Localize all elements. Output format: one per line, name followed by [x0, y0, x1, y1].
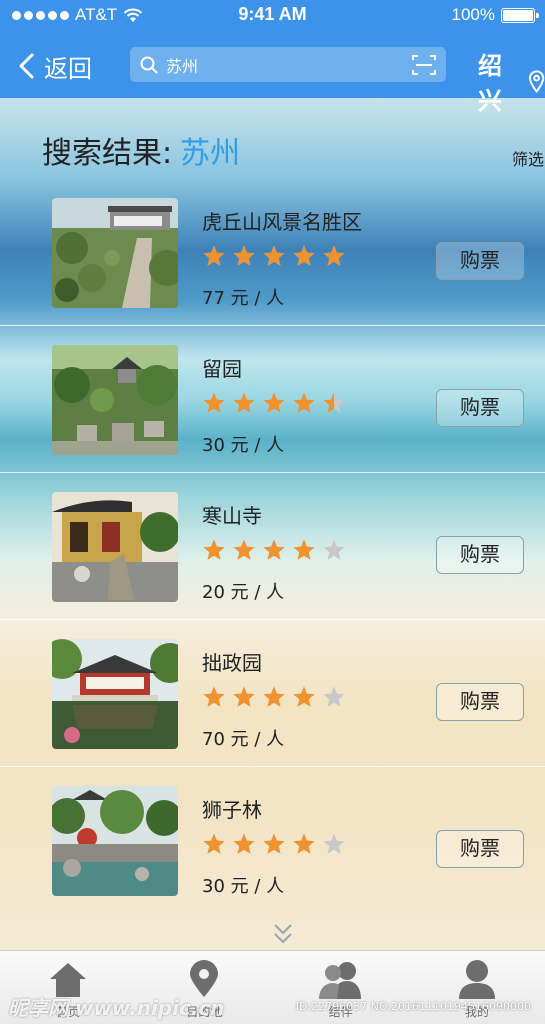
battery-icon — [501, 7, 539, 23]
chevron-left-icon — [19, 53, 34, 79]
attraction-price: 30 元 / 人 — [202, 435, 285, 456]
back-button[interactable]: 返回 — [18, 48, 92, 84]
watermark: 昵享网 www.nipic.cn — [8, 996, 225, 1020]
star-full-icon — [233, 392, 255, 413]
star-full-icon — [323, 245, 345, 266]
attraction-name: 狮子林 — [202, 798, 262, 822]
attraction-name: 留园 — [202, 357, 242, 381]
watermark-id: ID:22796037 NO:20161110194516090000 — [295, 1000, 531, 1013]
attraction-price: 77 元 / 人 — [202, 288, 285, 309]
location-pin-icon — [528, 70, 545, 93]
rating-stars — [202, 685, 346, 709]
star-full-icon — [233, 245, 255, 266]
rating-stars — [202, 538, 346, 562]
attraction-photo — [52, 639, 178, 749]
results-title: 搜索结果: — [42, 136, 173, 171]
attraction-photo — [52, 492, 178, 602]
star-full-icon — [293, 686, 315, 707]
buy-ticket-button[interactable]: 购票 — [436, 830, 524, 868]
star-full-icon — [263, 245, 285, 266]
star-full-icon — [263, 392, 285, 413]
list-item[interactable]: 寒山寺 20 元 / 人 购票 — [0, 474, 545, 620]
battery-status: 100% — [451, 5, 539, 25]
star-full-icon — [293, 245, 315, 266]
star-full-icon — [293, 539, 315, 560]
star-full-icon — [233, 833, 255, 854]
star-empty-icon — [323, 833, 345, 854]
star-full-icon — [263, 686, 285, 707]
buy-ticket-button[interactable]: 购票 — [436, 536, 524, 574]
star-empty-icon — [323, 686, 345, 707]
search-input[interactable]: 苏州 — [130, 47, 446, 82]
user-icon — [458, 960, 495, 999]
results-header: 搜索结果: 苏州 — [42, 128, 240, 172]
star-full-icon — [203, 539, 225, 560]
star-full-icon — [233, 686, 255, 707]
rating-stars — [202, 391, 346, 415]
star-full-icon — [263, 833, 285, 854]
status-bar: AT&T 9:41 AM 100% — [0, 0, 545, 30]
rating-stars — [202, 832, 346, 856]
list-item[interactable]: 狮子林 30 元 / 人 购票 — [0, 768, 545, 914]
rating-stars — [202, 244, 346, 268]
attraction-name: 寒山寺 — [202, 504, 262, 528]
star-full-icon — [203, 245, 225, 266]
list-item[interactable]: 留园 30 元 / 人 购票 — [0, 327, 545, 473]
tab-companion[interactable]: 结伴 — [273, 951, 409, 1024]
back-label: 返回 — [44, 54, 92, 83]
attraction-price: 30 元 / 人 — [202, 876, 285, 897]
attraction-price: 20 元 / 人 — [202, 582, 285, 603]
city-selector[interactable]: 绍兴 — [478, 46, 545, 116]
attraction-photo — [52, 786, 178, 896]
buy-ticket-button[interactable]: 购票 — [436, 242, 524, 280]
buy-ticket-button[interactable]: 购票 — [436, 389, 524, 427]
star-full-icon — [293, 392, 315, 413]
tab-profile[interactable]: 我的 — [409, 951, 545, 1024]
attraction-photo — [52, 345, 178, 455]
star-full-icon — [203, 833, 225, 854]
star-full-icon — [263, 539, 285, 560]
group-icon — [318, 962, 361, 999]
top-bar: AT&T 9:41 AM 100% 返回 苏州 绍兴 — [0, 0, 545, 115]
star-full-icon — [293, 833, 315, 854]
attraction-name: 拙政园 — [202, 651, 262, 675]
star-full-icon — [203, 686, 225, 707]
attraction-name: 虎丘山风景名胜区 — [202, 210, 362, 234]
list-item[interactable]: 虎丘山风景名胜区 77 元 / 人 购票 — [0, 180, 545, 326]
search-value: 苏州 — [166, 56, 199, 76]
filter-button[interactable]: 筛选 — [512, 146, 544, 170]
attraction-photo — [52, 198, 178, 308]
buy-ticket-button[interactable]: 购票 — [436, 683, 524, 721]
battery-label: 100% — [451, 5, 495, 24]
attraction-price: 70 元 / 人 — [202, 729, 285, 750]
star-half-icon — [323, 392, 345, 413]
star-empty-icon — [323, 539, 345, 560]
star-full-icon — [233, 539, 255, 560]
scan-icon[interactable] — [412, 54, 436, 76]
load-more-icon[interactable] — [272, 922, 294, 946]
city-label: 绍兴 — [478, 52, 502, 115]
search-icon — [140, 56, 158, 73]
star-full-icon — [203, 392, 225, 413]
list-item[interactable]: 拙政园 70 元 / 人 购票 — [0, 621, 545, 767]
results-keyword: 苏州 — [180, 136, 241, 171]
